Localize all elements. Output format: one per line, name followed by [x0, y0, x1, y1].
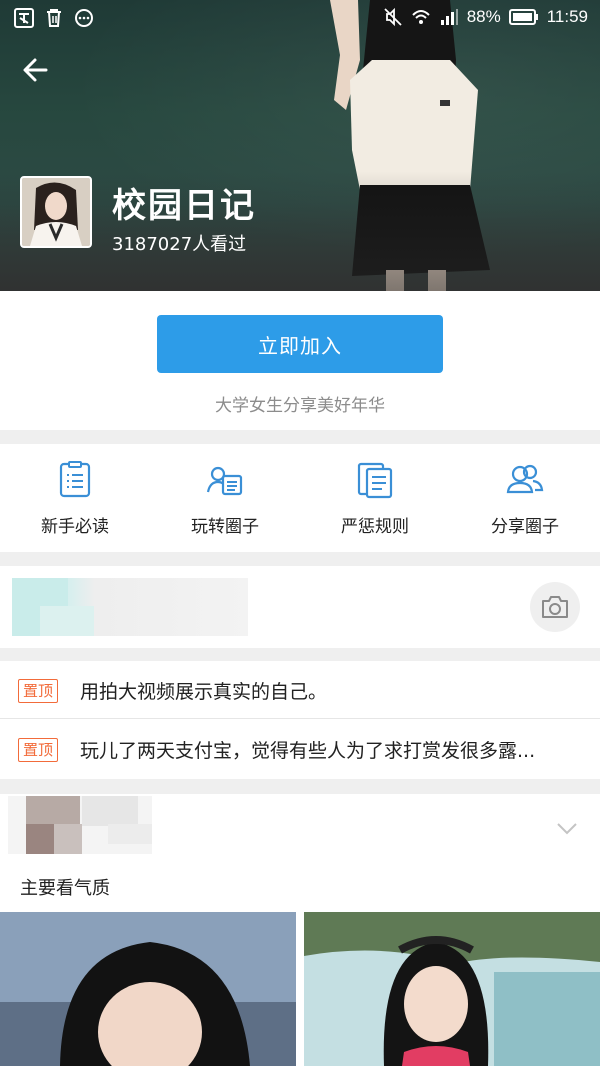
camera-icon [542, 596, 568, 618]
wifi-icon [411, 10, 430, 24]
battery-percent: 88% [466, 7, 501, 26]
menu-label: 严惩规则 [341, 517, 409, 537]
join-panel: 立即加入 大学女生分享美好年华 [0, 291, 600, 430]
back-arrow-icon[interactable] [18, 52, 54, 88]
menu-label: 玩转圈子 [191, 517, 259, 537]
view-count: 3187027人看过 [112, 234, 247, 255]
menu-item-share-circle[interactable]: 分享圈子 [450, 444, 600, 552]
camera-button[interactable] [530, 582, 580, 632]
group-menu: 新手必读 玩转圈子 严惩规则 分享圈子 [0, 444, 600, 552]
more-circle-icon [75, 9, 93, 27]
group-avatar[interactable] [20, 176, 92, 248]
pinned-post-title: 用拍大视频展示真实的自己。 [80, 681, 328, 703]
join-button[interactable]: 立即加入 [157, 315, 443, 373]
pinned-post-row[interactable]: 置顶 用拍大视频展示真实的自己。 [0, 661, 600, 719]
post-caption: 主要看气质 [20, 878, 110, 899]
post-composer[interactable] [0, 566, 600, 648]
mute-icon [384, 7, 402, 27]
post-photo[interactable] [0, 912, 296, 1066]
status-bar: 88% 11:59 [0, 0, 600, 36]
app-notification-icon [14, 8, 34, 28]
trash-icon [47, 9, 61, 27]
group-title: 校园日记 [112, 186, 256, 226]
group-header-banner: 88% 11:59 校园日记 3187027人看过 [0, 0, 600, 291]
rules-document-icon [357, 462, 393, 499]
battery-icon [508, 9, 538, 25]
pinned-post-title: 玩儿了两天支付宝，觉得有些人为了求打赏发很多露... [80, 740, 536, 762]
blurred-user-info [8, 796, 152, 854]
clock: 11:59 [546, 7, 588, 26]
menu-label: 新手必读 [41, 517, 109, 537]
menu-item-strict-rules[interactable]: 严惩规则 [300, 444, 450, 552]
feed-post[interactable]: 主要看气质 [0, 794, 600, 1066]
post-photo[interactable] [304, 912, 600, 1066]
menu-item-beginner-guide[interactable]: 新手必读 [0, 444, 150, 552]
users-icon [506, 464, 544, 494]
document-list-icon [59, 461, 91, 498]
blurred-content [12, 578, 248, 636]
pinned-badge: 置顶 [18, 679, 59, 703]
signal-icon [440, 9, 458, 25]
pinned-post-row[interactable]: 置顶 玩儿了两天支付宝，觉得有些人为了求打赏发很多露... [0, 720, 600, 778]
group-description: 大学女生分享美好年华 [215, 396, 385, 416]
menu-label: 分享圈子 [491, 517, 559, 537]
pinned-badge: 置顶 [18, 738, 59, 762]
person-card-icon [206, 466, 243, 496]
chevron-down-icon[interactable] [556, 822, 578, 836]
menu-item-explore-circle[interactable]: 玩转圈子 [150, 444, 300, 552]
pinned-posts: 置顶 用拍大视频展示真实的自己。 置顶 玩儿了两天支付宝，觉得有些人为了求打赏发… [0, 661, 600, 779]
